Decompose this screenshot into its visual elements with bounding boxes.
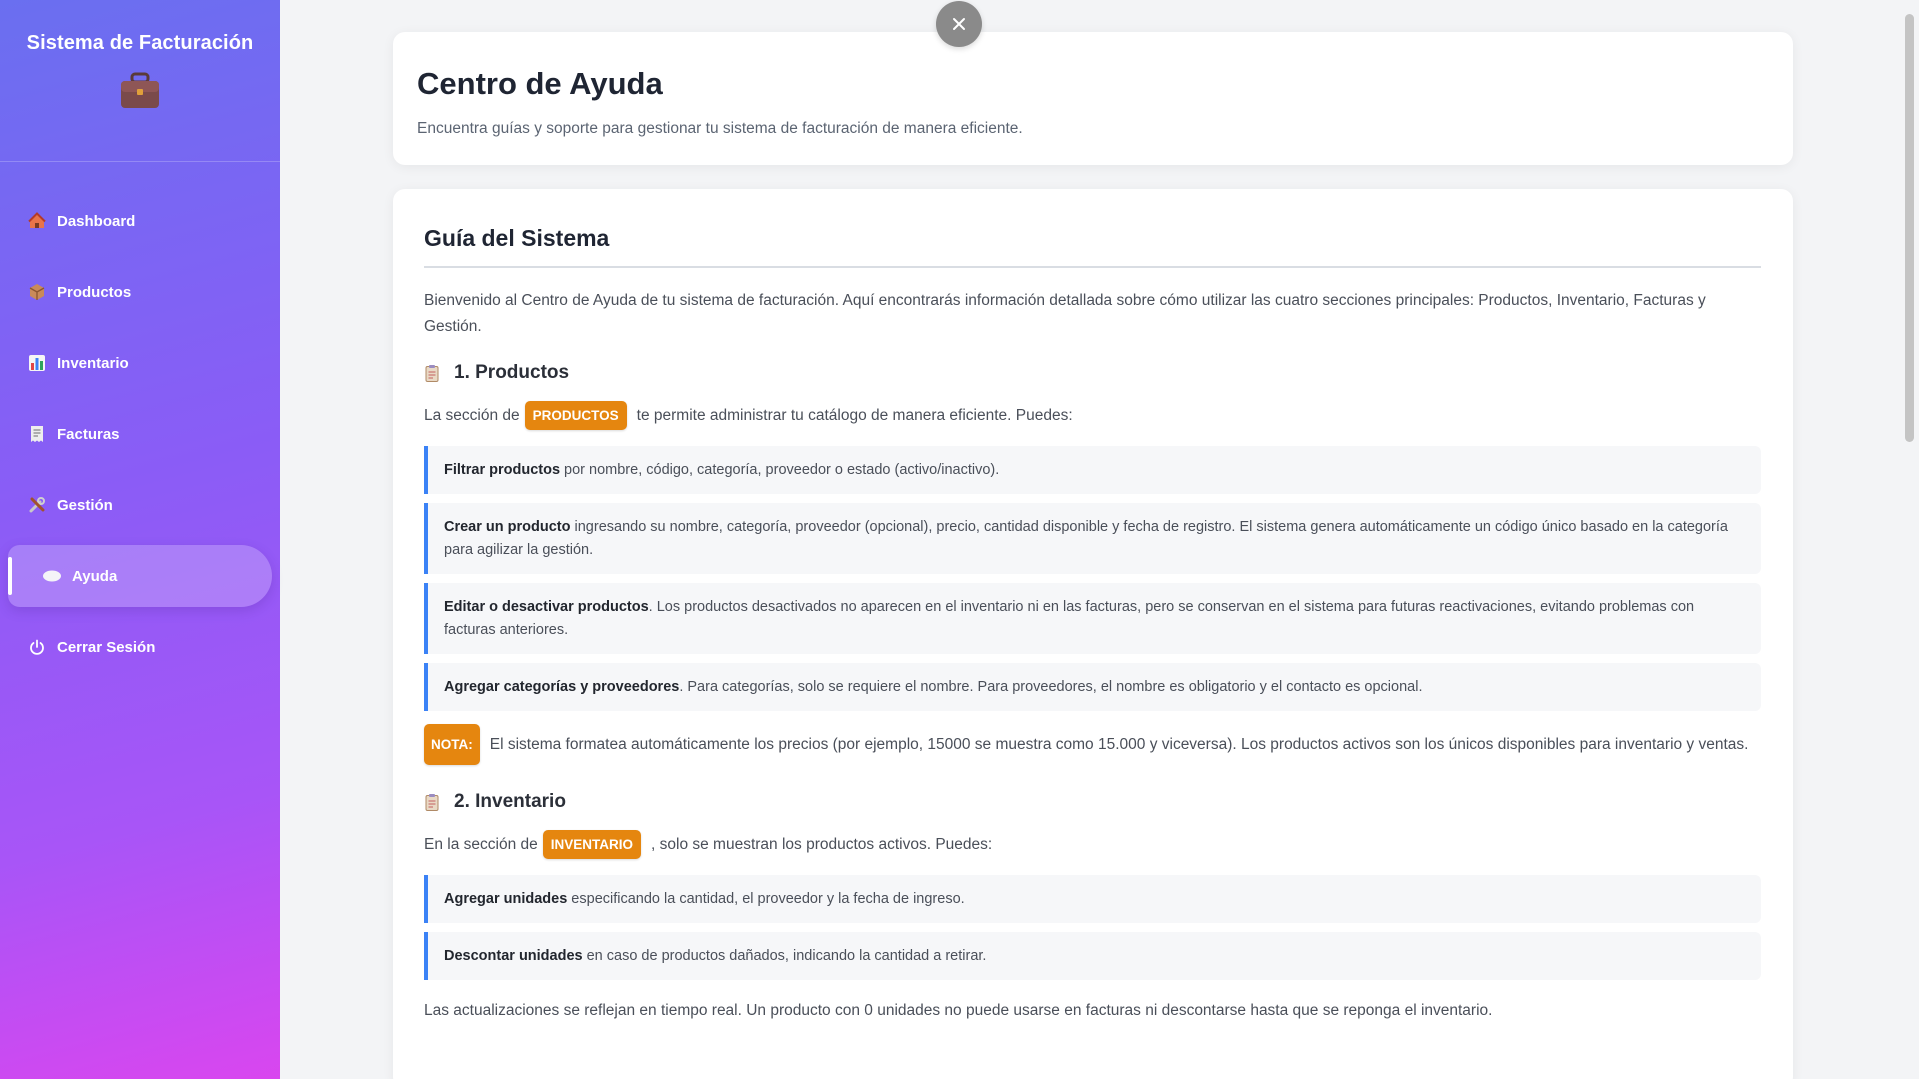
sidebar-item-cerrar-sesion[interactable]: Cerrar Sesión [8, 616, 272, 678]
list-item-text: especificando la cantidad, el proveedor … [567, 891, 965, 907]
inventario-heading: 2. Inventario [424, 791, 1761, 813]
list-item-text: en caso de productos dañados, indicando … [582, 948, 987, 964]
productos-heading: 1. Productos [424, 362, 1761, 384]
productos-lead-after: te permite administrar tu catálogo de ma… [636, 406, 1073, 424]
tools-icon [27, 495, 47, 515]
sidebar-item-inventario[interactable]: Inventario [8, 332, 272, 394]
sidebar-item-label: Cerrar Sesión [57, 638, 156, 656]
productos-tag: PRODUCTOS [524, 401, 627, 430]
inventario-lead: En la sección de INVENTARIO , solo se mu… [424, 830, 1761, 859]
sidebar-brand: Sistema de Facturación [0, 0, 280, 162]
list-item-text: . Para categorías, solo se requiere el n… [679, 679, 1423, 695]
page-subtitle: Encuentra guías y soporte para gestionar… [417, 120, 1023, 137]
sidebar-nav: Dashboard Productos Inventario Facturas [0, 190, 280, 678]
scrollbar-thumb[interactable] [1905, 14, 1914, 442]
list-item-bold: Editar o desactivar productos [444, 599, 649, 615]
sidebar-item-label: Gestión [57, 496, 113, 514]
inventario-footer: Las actualizaciones se reflejan en tiemp… [424, 1002, 1493, 1019]
sidebar-item-dashboard[interactable]: Dashboard [8, 190, 272, 252]
sidebar: Sistema de Facturación Dashboard Product… [0, 0, 280, 1079]
page-scrollbar[interactable] [1900, 0, 1919, 1079]
productos-note: NOTA: El sistema formatea automáticamente… [424, 724, 1761, 765]
productos-lead-before: La sección de [424, 406, 520, 424]
sidebar-item-ayuda[interactable]: Ayuda [8, 545, 272, 607]
sidebar-item-gestion[interactable]: Gestión [8, 474, 272, 536]
list-item-text: por nombre, código, categoría, proveedor… [560, 462, 1000, 478]
app-root: Sistema de Facturación Dashboard Product… [0, 0, 1919, 1079]
power-icon [27, 637, 47, 657]
page-title: Centro de Ayuda [417, 66, 663, 101]
receipt-icon [27, 424, 47, 444]
brand-title: Sistema de Facturación [26, 32, 254, 54]
productos-heading-text: 1. Productos [454, 362, 570, 383]
help-bubble-icon [42, 566, 62, 586]
close-button[interactable] [936, 1, 982, 47]
package-icon [27, 282, 47, 302]
list-item-bold: Crear un producto [444, 519, 571, 535]
inventario-tag: INVENTARIO [542, 830, 642, 859]
list-item-bold: Filtrar productos [444, 462, 561, 478]
house-icon [27, 211, 47, 231]
inventario-heading-text: 2. Inventario [454, 791, 566, 812]
list-item: Crear un producto ingresando su nombre, … [424, 503, 1761, 574]
list-item: Agregar unidades especificando la cantid… [424, 875, 1761, 923]
inventario-lead-after: , solo se muestran los productos activos… [651, 835, 993, 853]
bar-chart-icon [27, 353, 47, 373]
productos-lead: La sección de PRODUCTOS te permite admin… [424, 401, 1761, 430]
inventario-list: Agregar unidades especificando la cantid… [424, 875, 1761, 980]
sidebar-item-label: Facturas [57, 425, 120, 443]
sidebar-item-label: Inventario [57, 354, 129, 372]
main-content: Centro de Ayuda Encuentra guías y soport… [280, 0, 1900, 1079]
list-item-bold: Agregar categorías y proveedores [444, 679, 680, 695]
briefcase-icon [121, 72, 159, 108]
guide-card: Guía del Sistema Bienvenido al Centro de… [393, 189, 1793, 1079]
guide-title: Guía del Sistema [424, 225, 1761, 268]
list-item: Descontar unidades en caso de productos … [424, 932, 1761, 980]
list-item: Filtrar productos por nombre, código, ca… [424, 446, 1761, 494]
close-icon [953, 18, 965, 30]
productos-list: Filtrar productos por nombre, código, ca… [424, 446, 1761, 711]
sidebar-item-label: Productos [57, 283, 132, 301]
sidebar-item-label: Ayuda [72, 567, 118, 585]
sidebar-item-label: Dashboard [57, 212, 136, 230]
sidebar-item-productos[interactable]: Productos [8, 261, 272, 323]
list-item-text: ingresando su nombre, categoría, proveed… [444, 519, 1728, 558]
page-header-card: Centro de Ayuda Encuentra guías y soport… [393, 32, 1793, 165]
clipboard-icon [425, 365, 439, 382]
clipboard-icon [425, 794, 439, 811]
sidebar-item-facturas[interactable]: Facturas [8, 403, 272, 465]
inventario-lead-before: En la sección de [424, 835, 538, 853]
guide-intro: Bienvenido al Centro de Ayuda de tu sist… [424, 292, 1706, 335]
nota-tag: NOTA: [424, 724, 480, 765]
list-item-bold: Descontar unidades [444, 948, 583, 964]
nota-text: El sistema formatea automáticamente los … [489, 736, 1749, 753]
list-item-bold: Agregar unidades [444, 891, 568, 907]
list-item: Editar o desactivar productos. Los produ… [424, 583, 1761, 654]
list-item: Agregar categorías y proveedores. Para c… [424, 663, 1761, 711]
